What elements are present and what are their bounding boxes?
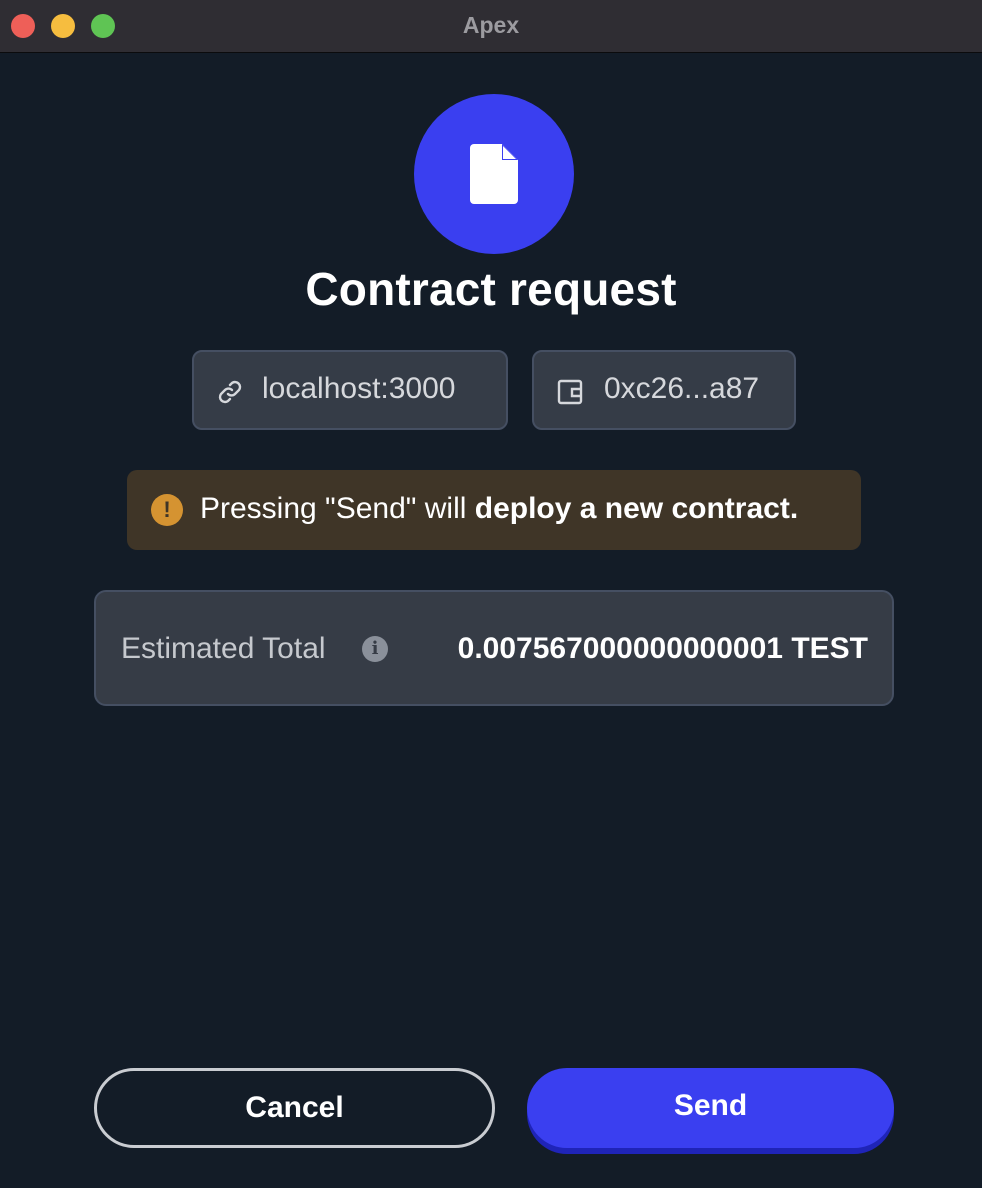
- page-title: Contract request: [305, 263, 677, 315]
- estimated-total-label: Estimated Total: [121, 632, 326, 665]
- deploy-warning-banner: ! Pressing "Send" will deploy a new cont…: [127, 470, 861, 550]
- link-icon: [218, 380, 242, 404]
- contract-avatar: [414, 94, 574, 254]
- exclamation-icon: !: [151, 494, 183, 526]
- estimated-total-panel: Estimated Total i 0.007567000000000001 T…: [94, 590, 894, 706]
- wallet-icon: [557, 379, 583, 405]
- cancel-button[interactable]: Cancel: [94, 1068, 495, 1148]
- account-label: 0xc26...a87: [604, 372, 760, 405]
- app-window: Apex Contract request localhost:3000 0xc…: [0, 0, 982, 1188]
- origin-label: localhost:3000: [262, 372, 456, 405]
- warning-text-bold: deploy a new contract.: [474, 492, 799, 525]
- window-title: Apex: [462, 12, 520, 38]
- estimated-total-value: 0.007567000000000001 TEST: [457, 632, 868, 665]
- document-icon: [470, 144, 518, 204]
- origin-chip: localhost:3000: [192, 350, 508, 430]
- info-icon[interactable]: i: [362, 636, 388, 662]
- warning-text-prefix: Pressing "Send" will: [200, 492, 475, 525]
- send-button[interactable]: Send: [527, 1068, 894, 1148]
- account-chip: 0xc26...a87: [532, 350, 796, 430]
- warning-text: Pressing "Send" will deploy a new contra…: [200, 492, 798, 526]
- title-bar: Apex: [0, 0, 982, 53]
